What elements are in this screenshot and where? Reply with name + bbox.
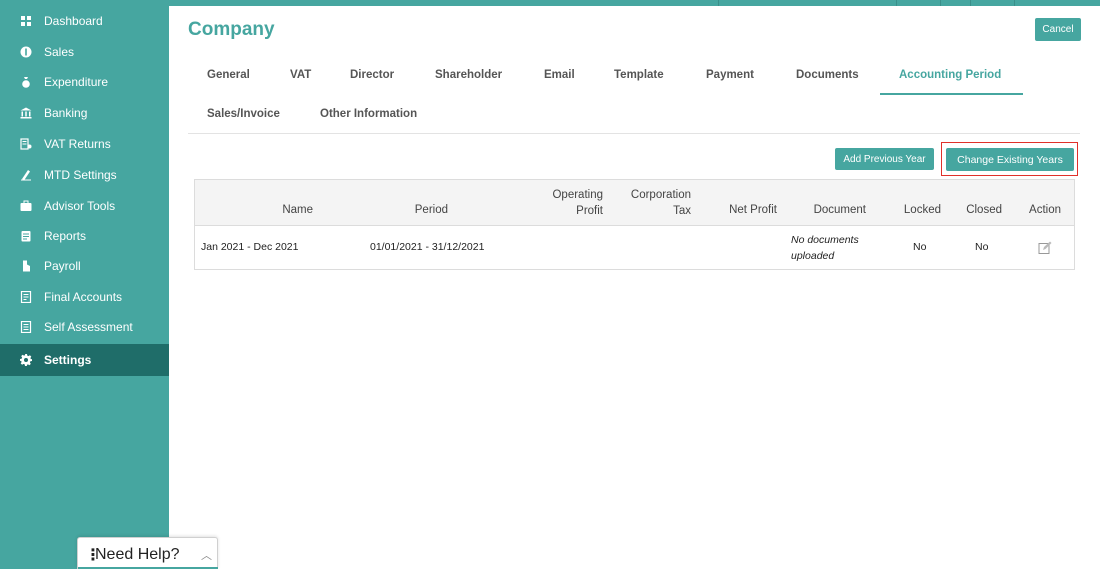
vat-returns-icon — [19, 137, 33, 151]
add-previous-year-button[interactable]: Add Previous Year — [835, 148, 934, 170]
column-header-period: Period — [414, 204, 448, 216]
need-help-label: Need Help? — [95, 546, 180, 563]
need-help-widget[interactable]: ⋮ Need Help? ︿ — [77, 537, 218, 569]
expenditure-icon — [19, 75, 33, 89]
active-tab-indicator — [880, 93, 1023, 95]
sidebar-item-label: Sales — [44, 45, 75, 59]
final-accounts-icon — [19, 290, 33, 304]
sidebar-item-reports[interactable]: Reports — [0, 221, 169, 251]
table-header: Name Period Operating Profit Corporation T… — [195, 180, 1074, 226]
page-title: Company — [188, 19, 275, 40]
top-bar — [169, 0, 1100, 6]
gear-icon — [19, 353, 33, 367]
column-header-action: Action — [1029, 204, 1061, 216]
tab-accounting-period[interactable]: Accounting Period — [899, 69, 1001, 81]
sidebar-item-label: Dashboard — [44, 14, 103, 28]
cell-name: Jan 2021 - Dec 2021 — [201, 241, 299, 253]
cell-period: 01/01/2021 - 31/12/2021 — [370, 241, 485, 253]
top-bar-divider — [1014, 0, 1015, 6]
dashboard-icon — [19, 14, 33, 28]
tab-email[interactable]: Email — [544, 69, 575, 81]
sidebar-item-label: Self Assessment — [44, 320, 133, 334]
reports-icon — [19, 229, 33, 243]
cell-document: No documents uploaded — [791, 234, 859, 262]
column-header-document: Document — [813, 204, 866, 216]
sidebar-item-label: Reports — [44, 229, 87, 243]
sidebar-item-self-assessment[interactable]: Self Assessment — [0, 312, 169, 342]
sidebar-item-expenditure[interactable]: Expenditure — [0, 67, 169, 97]
column-header-locked: Locked — [903, 204, 941, 216]
tab-other-information[interactable]: Other Information — [320, 108, 417, 120]
tab-documents[interactable]: Documents — [796, 69, 859, 81]
mtd-settings-icon — [19, 168, 33, 182]
sidebar-item-banking[interactable]: Banking — [0, 98, 169, 128]
sidebar-item-label: Final Accounts — [44, 290, 123, 304]
top-bar-divider — [970, 0, 971, 6]
sidebar-item-final-accounts[interactable]: Final Accounts — [0, 282, 169, 312]
sidebar-item-settings[interactable]: Settings — [0, 344, 169, 376]
bank-icon — [19, 106, 33, 120]
sidebar-item-sales[interactable]: Sales — [0, 37, 169, 67]
top-bar-divider — [940, 0, 941, 6]
edit-icon[interactable] — [1038, 241, 1052, 255]
sidebar-item-label: Settings — [44, 353, 92, 367]
sidebar-item-label: MTD Settings — [44, 168, 117, 182]
sidebar-item-label: VAT Returns — [44, 137, 111, 151]
change-existing-years-button[interactable]: Change Existing Years — [946, 148, 1074, 171]
sidebar-item-payroll[interactable]: Payroll — [0, 251, 169, 281]
tab-vat[interactable]: VAT — [290, 69, 311, 81]
sidebar-item-mtd-settings[interactable]: MTD Settings — [0, 160, 169, 190]
column-header-closed: Closed — [966, 204, 1002, 216]
briefcase-icon — [19, 199, 33, 213]
chevron-up-icon[interactable]: ︿ — [201, 547, 212, 563]
tab-general[interactable]: General — [207, 69, 250, 81]
cell-locked: No — [913, 241, 927, 253]
sidebar-item-label: Expenditure — [44, 75, 109, 89]
cell-closed: No — [975, 241, 989, 253]
tabs-divider — [188, 133, 1080, 134]
tab-template[interactable]: Template — [614, 69, 664, 81]
sidebar-item-label: Payroll — [44, 259, 81, 273]
tab-payment[interactable]: Payment — [706, 69, 754, 81]
column-header-corporation-tax: Corporation Tax — [630, 189, 691, 217]
column-header-net-profit: Net Profit — [729, 204, 777, 216]
sidebar: Dashboard Sales Expenditure Banking VAT … — [0, 0, 169, 569]
self-assessment-icon — [19, 320, 33, 334]
payroll-icon — [19, 259, 33, 273]
cancel-button[interactable]: Cancel — [1035, 18, 1081, 41]
sales-icon — [19, 45, 33, 59]
sidebar-item-label: Advisor Tools — [44, 199, 116, 213]
sidebar-item-vat-returns[interactable]: VAT Returns — [0, 129, 169, 159]
tab-shareholder[interactable]: Shareholder — [435, 69, 502, 81]
tab-director[interactable]: Director — [350, 69, 394, 81]
top-bar-divider — [718, 0, 719, 6]
tab-sales-invoice[interactable]: Sales/Invoice — [207, 108, 280, 120]
top-bar-divider — [896, 0, 897, 6]
sidebar-item-label: Banking — [44, 106, 88, 120]
accounting-periods-table: Name Period Operating Profit Corporation T… — [194, 179, 1075, 270]
sidebar-item-advisor-tools[interactable]: Advisor Tools — [0, 191, 169, 221]
sidebar-item-dashboard[interactable]: Dashboard — [0, 6, 169, 36]
column-header-operating-profit: Operating Profit — [552, 189, 603, 217]
